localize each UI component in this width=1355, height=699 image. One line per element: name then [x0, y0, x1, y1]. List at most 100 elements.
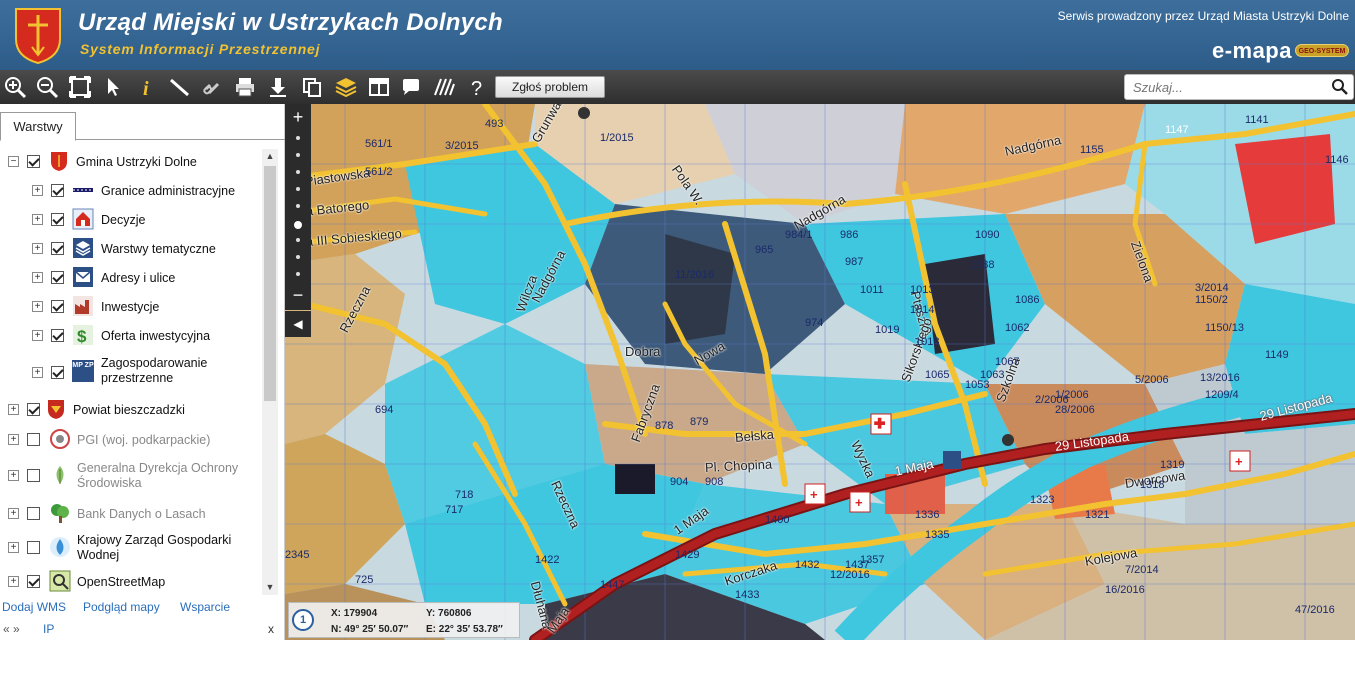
layer-checkbox[interactable]	[51, 213, 64, 226]
scale-marker[interactable]: 1	[292, 609, 314, 631]
layer-checkbox[interactable]	[51, 329, 64, 342]
collapse-toggle[interactable]: −	[8, 156, 19, 167]
layer-label: Inwestycje	[101, 300, 160, 314]
expand-toggle[interactable]: +	[32, 185, 43, 196]
layer-checkbox[interactable]	[51, 366, 64, 379]
parcel-number-label: 1141	[1245, 114, 1269, 126]
coord-y: Y: 760806	[426, 608, 472, 619]
layer-checkbox[interactable]	[27, 575, 40, 588]
expand-toggle[interactable]: +	[8, 508, 19, 519]
support-link[interactable]: Wsparcie	[180, 600, 230, 614]
map-preview-link[interactable]: Podgląd mapy	[83, 600, 160, 614]
layer-checkbox[interactable]	[27, 433, 40, 446]
layer-checkbox[interactable]	[27, 155, 40, 168]
layer-checkbox[interactable]	[51, 242, 64, 255]
layer-label: Oferta inwestycyjna	[101, 329, 211, 343]
expand-toggle[interactable]: +	[32, 330, 43, 341]
layer-item[interactable]: + PGI (woj. podkarpackie)	[0, 427, 262, 453]
app-subtitle: System Informacji Przestrzennej	[80, 41, 321, 57]
expand-toggle[interactable]: +	[8, 576, 19, 587]
zoom-level-dot[interactable]	[296, 204, 300, 208]
decision-house-icon	[72, 208, 94, 230]
scroll-down-arrow-icon[interactable]: ▼	[262, 580, 278, 595]
layer-item[interactable]: + Granice administracyjne	[0, 178, 262, 204]
collapse-arrows-icon[interactable]: « »	[3, 622, 20, 636]
layer-item[interactable]: + Bank Danych o Lasach	[0, 501, 262, 527]
expand-toggle[interactable]: +	[32, 214, 43, 225]
layer-checkbox[interactable]	[27, 469, 40, 482]
zoom-level-dot[interactable]	[296, 170, 300, 174]
parcel-number-label: 908	[705, 476, 724, 488]
map-canvas[interactable]: + + + Piastowska Jana Batorego Jana III So…	[285, 104, 1355, 640]
layer-item[interactable]: + OpenStreetMap	[0, 569, 262, 595]
parcel-number-label: 493	[485, 118, 504, 130]
zoom-level-dot[interactable]	[294, 221, 302, 229]
layer-checkbox[interactable]	[27, 403, 40, 416]
copy-icon[interactable]	[300, 75, 324, 99]
zoom-out-button[interactable]: −	[285, 286, 311, 304]
layer-checkbox[interactable]	[51, 184, 64, 197]
zoom-level-dot[interactable]	[296, 153, 300, 157]
download-icon[interactable]	[266, 75, 290, 99]
zoom-level-dot[interactable]	[296, 272, 300, 276]
ip-link[interactable]: IP	[43, 622, 54, 636]
zoom-level-dot[interactable]	[296, 238, 300, 242]
zoom-in-button[interactable]: +	[285, 108, 311, 126]
scrollbar-thumb[interactable]	[264, 166, 276, 401]
hatch-icon[interactable]	[432, 75, 456, 99]
layer-item[interactable]: + $ Oferta inwestycyjna	[0, 323, 262, 349]
street-label: Dobra	[625, 344, 661, 359]
zoom-level-dot[interactable]	[296, 136, 300, 140]
search-icon[interactable]	[1331, 78, 1349, 96]
tab-layers[interactable]: Warstwy	[0, 112, 76, 141]
collapse-sidebar-button[interactable]: ◀	[285, 311, 311, 337]
select-arrow-icon[interactable]	[102, 75, 126, 99]
expand-toggle[interactable]: +	[8, 542, 19, 553]
note-icon[interactable]	[399, 75, 423, 99]
layer-item[interactable]: + MP ZP Zagospodarowanie przestrzenne	[0, 352, 262, 392]
layer-item[interactable]: + Generalna Dyrekcja Ochrony Środowiska	[0, 457, 262, 497]
add-wms-link[interactable]: Dodaj WMS	[2, 600, 66, 614]
layer-item[interactable]: − Gmina Ustrzyki Dolne	[0, 149, 262, 175]
layer-checkbox[interactable]	[51, 271, 64, 284]
layer-item[interactable]: + Inwestycje	[0, 294, 262, 320]
report-problem-button[interactable]: Zgłoś problem	[495, 76, 605, 98]
layout-icon[interactable]	[367, 75, 391, 99]
info-icon[interactable]: i	[135, 75, 159, 100]
layer-item[interactable]: + Warstwy tematyczne	[0, 236, 262, 262]
parcel-number-label: 561/1	[365, 138, 393, 150]
zoom-extent-icon[interactable]	[68, 75, 92, 99]
map-layer[interactable]: + + +	[285, 104, 1355, 640]
close-icon[interactable]: x	[268, 622, 274, 636]
layer-label: Decyzje	[101, 213, 146, 227]
layer-checkbox[interactable]	[51, 300, 64, 313]
sidebar-tabbar: Warstwy	[0, 104, 285, 141]
layers-stack-icon	[73, 238, 93, 258]
brand-logo[interactable]: e-mapa	[1212, 38, 1292, 64]
layers-icon[interactable]	[334, 75, 358, 99]
expand-toggle[interactable]: +	[8, 434, 19, 445]
layer-checkbox[interactable]	[27, 507, 40, 520]
expand-toggle[interactable]: +	[32, 367, 43, 378]
scroll-up-arrow-icon[interactable]: ▲	[262, 149, 278, 164]
link-icon[interactable]	[200, 75, 224, 99]
search-input[interactable]	[1133, 78, 1323, 96]
zoom-level-dot[interactable]	[296, 255, 300, 259]
layer-item[interactable]: + Decyzje	[0, 207, 262, 233]
layer-checkbox[interactable]	[27, 541, 40, 554]
geo-system-badge[interactable]: GEO-SYSTEM	[1295, 44, 1349, 57]
layer-item[interactable]: + Krajowy Zarząd Gospodarki Wodnej	[0, 529, 262, 569]
expand-toggle[interactable]: +	[32, 243, 43, 254]
layer-item[interactable]: + Adresy i ulice	[0, 265, 262, 291]
expand-toggle[interactable]: +	[8, 404, 19, 415]
zoom-out-icon[interactable]	[35, 75, 59, 99]
measure-ruler-icon[interactable]	[168, 75, 192, 99]
print-icon[interactable]	[233, 75, 257, 99]
help-icon[interactable]: ?	[465, 75, 489, 100]
expand-toggle[interactable]: +	[8, 470, 19, 481]
zoom-in-icon[interactable]	[3, 75, 27, 99]
layer-item[interactable]: + Powiat bieszczadzki	[0, 397, 262, 423]
zoom-level-dot[interactable]	[296, 187, 300, 191]
expand-toggle[interactable]: +	[32, 301, 43, 312]
expand-toggle[interactable]: +	[32, 272, 43, 283]
